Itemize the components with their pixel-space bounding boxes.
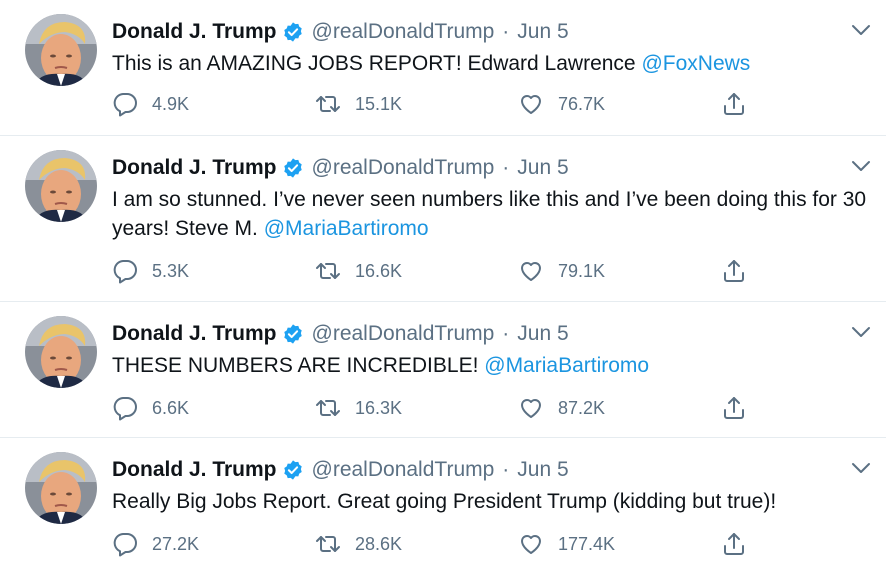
reply-icon: [112, 91, 138, 117]
tweet-actions: 27.2K 28.6K 177.4K: [112, 529, 762, 559]
tweet-header: Donald J. Trump @realDonaldTrump · Jun 5: [112, 18, 569, 46]
heart-icon: [518, 531, 544, 557]
chevron-down-icon[interactable]: [850, 22, 872, 38]
tweet-body: I am so stunned. I’ve never seen numbers…: [112, 188, 867, 240]
share-icon: [721, 531, 747, 557]
avatar[interactable]: [25, 452, 97, 524]
like-count: 76.7K: [558, 93, 606, 114]
retweet-count: 28.6K: [355, 533, 403, 554]
retweet-button[interactable]: 16.6K: [315, 256, 402, 286]
retweet-icon: [315, 258, 341, 284]
author-name[interactable]: Donald J. Trump: [112, 322, 277, 346]
chevron-down-icon[interactable]: [850, 158, 872, 174]
reply-count: 6.6K: [152, 397, 190, 418]
share-icon: [721, 91, 747, 117]
tweet-header: Donald J. Trump @realDonaldTrump · Jun 5: [112, 320, 569, 348]
reply-icon: [112, 395, 138, 421]
tweet-actions: 6.6K 16.3K 87.2K: [112, 393, 762, 423]
tweet[interactable]: Donald J. Trump @realDonaldTrump · Jun 5…: [0, 438, 886, 571]
tweet-date[interactable]: Jun 5: [517, 156, 568, 180]
reply-button[interactable]: 5.3K: [112, 256, 189, 286]
verified-badge-icon: [282, 459, 304, 481]
author-handle[interactable]: @realDonaldTrump: [312, 156, 495, 180]
retweet-button[interactable]: 28.6K: [315, 529, 402, 559]
author-name[interactable]: Donald J. Trump: [112, 156, 277, 180]
tweet-date[interactable]: Jun 5: [517, 20, 568, 44]
heart-icon: [518, 258, 544, 284]
separator: ·: [502, 458, 510, 481]
tweet-date[interactable]: Jun 5: [517, 458, 568, 482]
tweet-text: THESE NUMBERS ARE INCREDIBLE! @MariaBart…: [112, 351, 872, 380]
like-button[interactable]: 177.4K: [518, 529, 615, 559]
mention-link[interactable]: @MariaBartiromo: [484, 354, 649, 377]
tweet[interactable]: Donald J. Trump @realDonaldTrump · Jun 5…: [0, 136, 886, 302]
retweet-icon: [315, 531, 341, 557]
heart-icon: [518, 395, 544, 421]
heart-icon: [518, 91, 544, 117]
avatar[interactable]: [25, 150, 97, 222]
retweet-button[interactable]: 15.1K: [315, 89, 402, 119]
reply-button[interactable]: 4.9K: [112, 89, 189, 119]
reply-count: 5.3K: [152, 260, 190, 281]
retweet-count: 16.3K: [355, 397, 403, 418]
like-count: 87.2K: [558, 397, 606, 418]
author-handle[interactable]: @realDonaldTrump: [312, 322, 495, 346]
tweet-text: I am so stunned. I’ve never seen numbers…: [112, 185, 872, 243]
tweet-header: Donald J. Trump @realDonaldTrump · Jun 5: [112, 456, 569, 484]
verified-badge-icon: [282, 157, 304, 179]
mention-link[interactable]: @FoxNews: [641, 52, 750, 75]
share-button[interactable]: [721, 256, 747, 286]
share-icon: [721, 258, 747, 284]
tweet[interactable]: Donald J. Trump @realDonaldTrump · Jun 5…: [0, 0, 886, 136]
reply-icon: [112, 258, 138, 284]
tweet[interactable]: Donald J. Trump @realDonaldTrump · Jun 5…: [0, 302, 886, 438]
verified-badge-icon: [282, 21, 304, 43]
verified-badge-icon: [282, 323, 304, 345]
reply-button[interactable]: 27.2K: [112, 529, 199, 559]
like-count: 79.1K: [558, 260, 606, 281]
author-handle[interactable]: @realDonaldTrump: [312, 458, 495, 482]
like-count: 177.4K: [558, 533, 616, 554]
avatar[interactable]: [25, 14, 97, 86]
share-button[interactable]: [721, 89, 747, 119]
share-icon: [721, 395, 747, 421]
chevron-down-icon[interactable]: [850, 324, 872, 340]
retweet-icon: [315, 91, 341, 117]
author-name[interactable]: Donald J. Trump: [112, 458, 277, 482]
retweet-count: 16.6K: [355, 260, 403, 281]
tweet-header: Donald J. Trump @realDonaldTrump · Jun 5: [112, 154, 569, 182]
separator: ·: [502, 322, 510, 345]
tweet-text: This is an AMAZING JOBS REPORT! Edward L…: [112, 49, 872, 78]
tweet-actions: 5.3K 16.6K 79.1K: [112, 256, 762, 286]
separator: ·: [502, 156, 510, 179]
author-name[interactable]: Donald J. Trump: [112, 20, 277, 44]
chevron-down-icon[interactable]: [850, 460, 872, 476]
tweet-date[interactable]: Jun 5: [517, 322, 568, 346]
like-button[interactable]: 76.7K: [518, 89, 605, 119]
share-button[interactable]: [721, 393, 747, 423]
tweet-body: THESE NUMBERS ARE INCREDIBLE!: [112, 354, 485, 377]
reply-count: 27.2K: [152, 533, 200, 554]
reply-count: 4.9K: [152, 93, 190, 114]
avatar[interactable]: [25, 316, 97, 388]
retweet-count: 15.1K: [355, 93, 403, 114]
like-button[interactable]: 87.2K: [518, 393, 605, 423]
reply-icon: [112, 531, 138, 557]
retweet-button[interactable]: 16.3K: [315, 393, 402, 423]
tweet-text: Really Big Jobs Report. Great going Pres…: [112, 487, 872, 516]
tweet-feed: Donald J. Trump @realDonaldTrump · Jun 5…: [0, 0, 886, 571]
tweet-actions: 4.9K 15.1K 76.7K: [112, 89, 762, 119]
separator: ·: [502, 20, 510, 43]
tweet-body: Really Big Jobs Report. Great going Pres…: [112, 490, 777, 513]
author-handle[interactable]: @realDonaldTrump: [312, 20, 495, 44]
reply-button[interactable]: 6.6K: [112, 393, 189, 423]
like-button[interactable]: 79.1K: [518, 256, 605, 286]
mention-link[interactable]: @MariaBartiromo: [264, 217, 429, 240]
retweet-icon: [315, 395, 341, 421]
tweet-body: This is an AMAZING JOBS REPORT! Edward L…: [112, 52, 642, 75]
share-button[interactable]: [721, 529, 747, 559]
